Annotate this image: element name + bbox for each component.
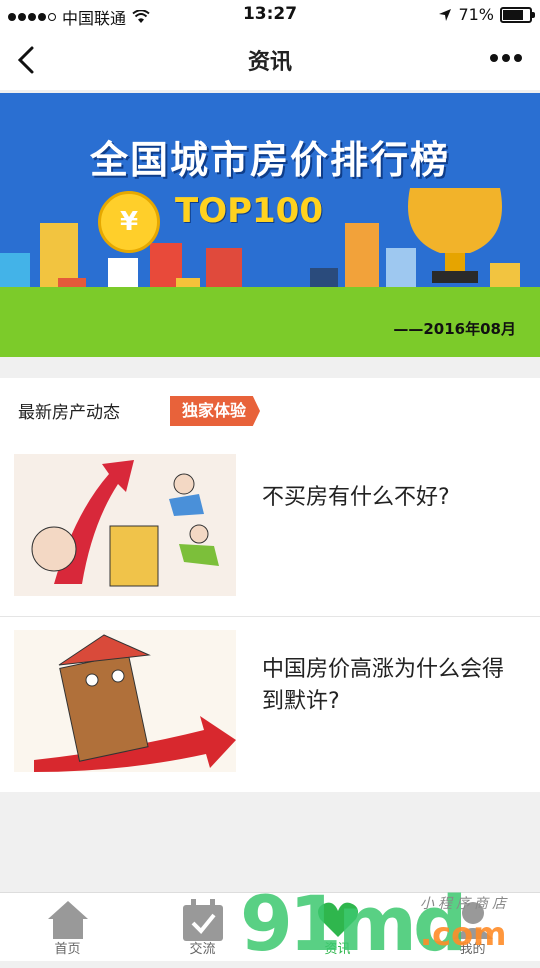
news-thumbnail	[14, 454, 236, 596]
banner-title: 全国城市房价排行榜	[89, 138, 450, 182]
news-section: 最新房产动态 独家体验 不买房有什么不好? 中国房价高涨为什么会得到默许?	[0, 378, 540, 792]
battery-info: 71%	[438, 5, 535, 24]
battery-icon	[500, 6, 535, 23]
nav-bar: 资讯	[0, 30, 540, 90]
news-title: 不买房有什么不好?	[262, 485, 450, 510]
coin-icon: ¥	[98, 191, 160, 253]
divider	[0, 616, 540, 617]
location-icon	[439, 8, 452, 21]
news-item[interactable]: 不买房有什么不好?	[0, 454, 540, 614]
news-title: 中国房价高涨为什么会得到默许?	[262, 657, 505, 714]
tab-label: 首页	[54, 942, 81, 957]
tab-home[interactable]: 首页	[0, 893, 135, 961]
banner-subtitle: TOP100	[175, 191, 323, 231]
calendar-check-icon	[182, 899, 223, 941]
more-button[interactable]	[490, 54, 522, 62]
page-title: 资讯	[247, 50, 292, 75]
home-icon	[47, 901, 88, 939]
exclusive-tag[interactable]: 独家体验	[170, 396, 261, 426]
news-item[interactable]: 中国房价高涨为什么会得到默许?	[0, 630, 540, 780]
banner-date: ——2016年08月	[393, 320, 516, 338]
watermark-caption: 小程序商店	[420, 896, 510, 912]
section-heading: 最新房产动态	[18, 403, 120, 423]
banner[interactable]: 全国城市房价排行榜 ¥ TOP100 ——2016年08月	[0, 93, 540, 357]
status-bar: 中国联通 13:27 71%	[0, 0, 540, 30]
battery-percent: 71%	[458, 5, 494, 24]
news-thumbnail	[14, 630, 236, 772]
watermark-suffix: .com	[420, 915, 507, 953]
